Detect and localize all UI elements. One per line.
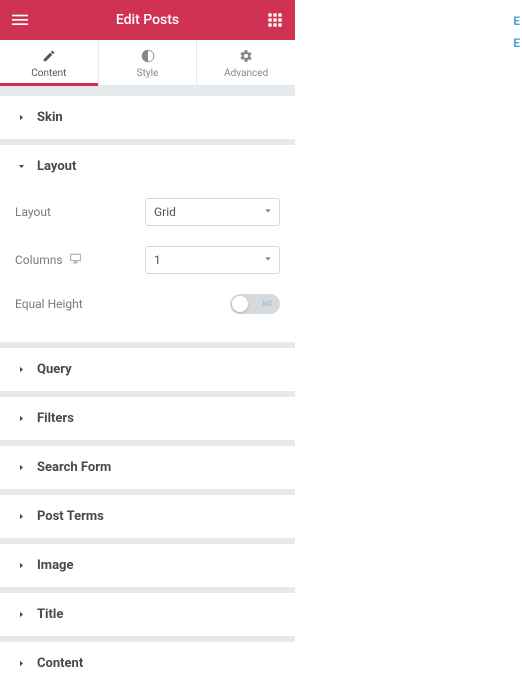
section-title: Post Terms: [37, 509, 104, 524]
control-label-columns: Columns: [15, 252, 82, 268]
section-layout: Layout Layout Grid Columns: [0, 145, 295, 342]
control-layout: Layout Grid: [15, 188, 280, 236]
equal-height-toggle[interactable]: NO: [230, 294, 280, 314]
preview-canvas: EE: [295, 0, 522, 678]
menu-icon[interactable]: [10, 10, 30, 30]
section-title: Query: [37, 362, 72, 377]
control-label-layout: Layout: [15, 205, 51, 219]
tab-label: Style: [137, 68, 159, 79]
preview-edge-text: EE: [511, 0, 522, 64]
section-title: Layout: [37, 159, 76, 174]
chevron-down-icon: [263, 253, 273, 267]
panel-header: Edit Posts: [0, 0, 295, 40]
caret-right-icon: [15, 609, 27, 621]
caret-right-icon: [15, 658, 27, 670]
section-title: Filters: [37, 411, 74, 426]
tab-style[interactable]: Style: [99, 40, 198, 85]
section-title: Title: [0, 593, 295, 636]
section-title: Title: [37, 607, 63, 622]
section-title: Content: [37, 656, 83, 671]
select-value: 1: [154, 253, 161, 267]
editor-panel: Edit Posts Content Style Advan: [0, 0, 295, 678]
chevron-down-icon: [263, 205, 273, 219]
control-columns: Columns 1: [15, 236, 280, 284]
control-label-equal-height: Equal Height: [15, 297, 83, 311]
section-skin: Skin: [0, 96, 295, 139]
control-equal-height: Equal Height NO: [15, 284, 280, 324]
section-content: Content: [0, 642, 295, 678]
contrast-icon: [99, 48, 197, 64]
tab-label: Content: [31, 68, 66, 79]
section-body-layout: Layout Grid Columns: [0, 188, 295, 342]
section-title: Skin: [37, 110, 63, 125]
pencil-icon: [0, 48, 98, 64]
caret-right-icon: [15, 364, 27, 376]
section-query: Query: [0, 348, 295, 391]
tab-advanced[interactable]: Advanced: [197, 40, 295, 85]
section-filters: Filters: [0, 397, 295, 440]
layout-select[interactable]: Grid: [145, 198, 280, 226]
caret-right-icon: [15, 413, 27, 425]
columns-label-text: Columns: [15, 253, 63, 267]
section-header-post-terms[interactable]: Post Terms: [0, 495, 295, 538]
section-header-layout[interactable]: Layout: [0, 145, 295, 188]
section-header-content[interactable]: Content: [0, 642, 295, 678]
section-title: Search Form: [37, 460, 111, 475]
section-header-image[interactable]: Image: [0, 544, 295, 587]
caret-down-icon: [15, 161, 27, 173]
section-image: Image: [0, 544, 295, 587]
section-search-form: Search Form: [0, 446, 295, 489]
section-header-filters[interactable]: Filters: [0, 397, 295, 440]
section-header-search-form[interactable]: Search Form: [0, 446, 295, 489]
sections-scroll[interactable]: Skin Layout Layout Grid: [0, 86, 295, 678]
section-post-terms: Post Terms: [0, 495, 295, 538]
caret-right-icon: [15, 560, 27, 572]
tab-content[interactable]: Content: [0, 40, 99, 85]
monitor-icon[interactable]: [69, 252, 82, 268]
section-header-skin[interactable]: Skin: [0, 96, 295, 139]
panel-title: Edit Posts: [30, 12, 265, 28]
caret-right-icon: [15, 462, 27, 474]
caret-right-icon: [15, 112, 27, 124]
section-header-query[interactable]: Query: [0, 348, 295, 391]
toggle-knob: [232, 296, 248, 312]
select-value: Grid: [154, 205, 176, 219]
section-header-title[interactable]: Title: [0, 593, 295, 636]
section-title: Image: [37, 558, 73, 573]
columns-select[interactable]: 1: [145, 246, 280, 274]
gear-icon: [197, 48, 295, 64]
tab-bar: Content Style Advanced: [0, 40, 295, 86]
tab-label: Advanced: [224, 68, 268, 79]
caret-right-icon: [15, 511, 27, 523]
apps-icon[interactable]: [265, 10, 285, 30]
toggle-off-label: NO: [262, 300, 273, 308]
